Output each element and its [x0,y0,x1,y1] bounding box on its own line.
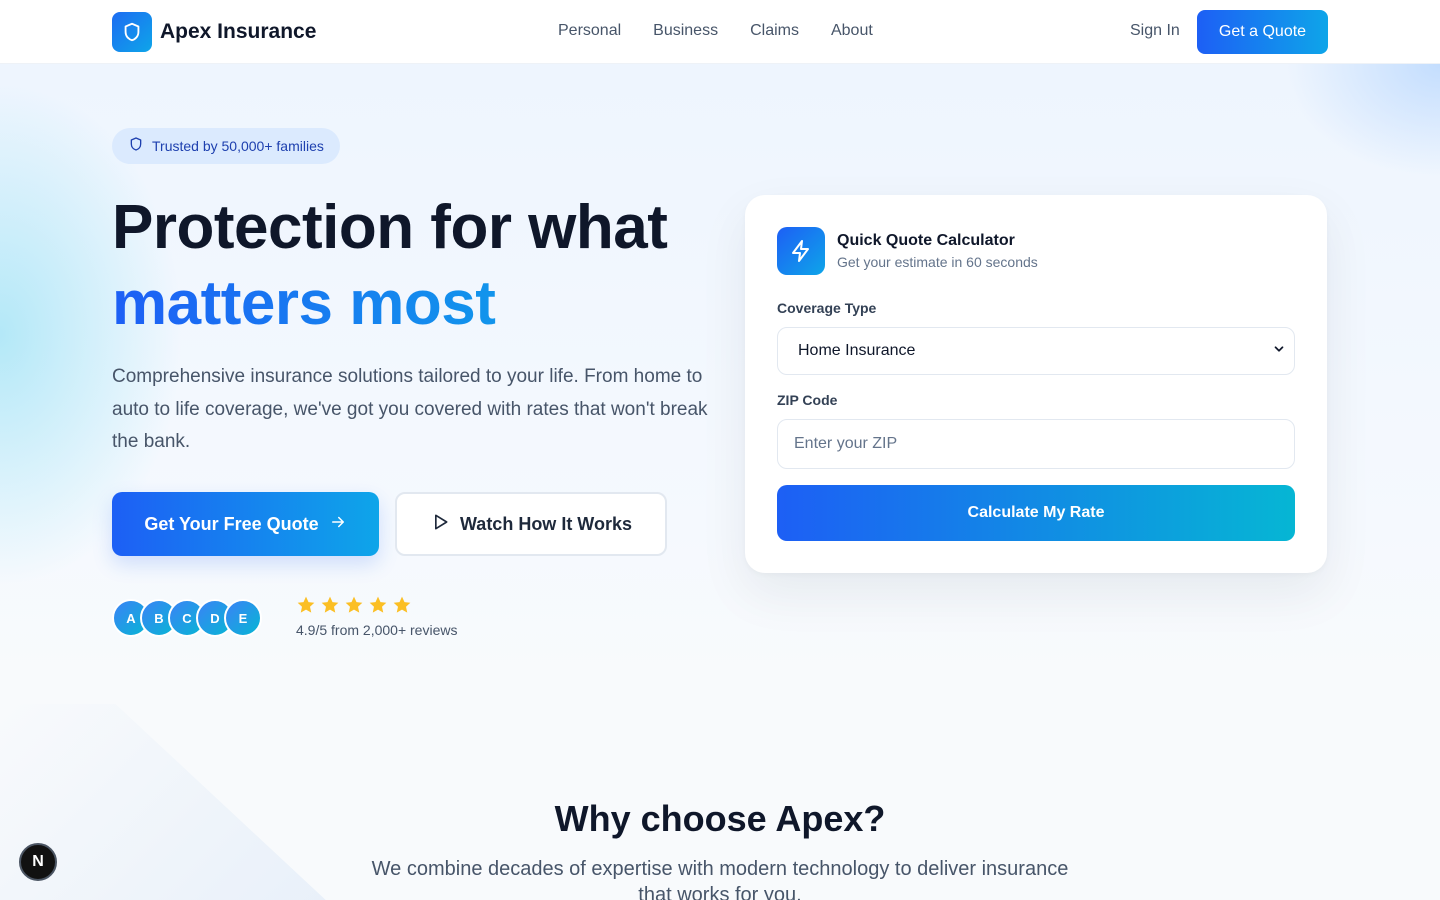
nav-link-business[interactable]: Business [653,22,718,40]
why-choose-title: Why choose Apex? [554,798,886,839]
brand-name: Apex Insurance [160,20,317,43]
star-icon [320,595,340,620]
quote-card-subtitle: Get your estimate in 60 seconds [837,254,1038,270]
avatar: E [224,599,262,637]
zip-code-input[interactable] [777,419,1295,469]
play-icon [430,512,450,537]
quick-quote-card: Quick Quote Calculator Get your estimate… [745,195,1327,573]
star-icon [296,595,316,620]
lightning-icon [777,227,825,275]
hero-title-highlight: matters most [112,266,667,342]
coverage-type-value: Home Insurance [798,342,916,359]
nav-link-personal[interactable]: Personal [558,22,621,40]
hero-description: Comprehensive insurance solutions tailor… [112,366,708,452]
coverage-type-select[interactable]: Home Insurance [777,327,1295,375]
why-choose-subtitle: We combine decades of expertise with mod… [371,858,1069,900]
star-icon [392,595,412,620]
customer-avatars: A B C D E [112,599,262,637]
zip-code-label: ZIP Code [777,392,838,408]
dev-tools-button[interactable]: N [19,843,57,881]
main-nav: Personal Business Claims About [558,22,873,40]
hero-title-line1: Protection for what [112,193,668,262]
sign-in-link[interactable]: Sign In [1130,22,1180,40]
hero-section: Trusted by 50,000+ families Protection f… [0,64,1440,900]
get-free-quote-button[interactable]: Get Your Free Quote [112,492,379,556]
nav-link-about[interactable]: About [831,22,873,40]
reviews-text: 4.9/5 from 2,000+ reviews [296,622,458,638]
nav-link-claims[interactable]: Claims [750,22,799,40]
watch-how-it-works-button[interactable]: Watch How It Works [395,492,667,556]
get-free-quote-label: Get Your Free Quote [144,513,319,534]
star-icon [368,595,388,620]
calculate-rate-button[interactable]: Calculate My Rate [777,485,1295,541]
brand-logo[interactable]: Apex Insurance [112,12,316,52]
coverage-type-label: Coverage Type [777,300,877,316]
hero-title: Protection for what matters most [112,190,668,342]
star-icon [344,595,364,620]
quote-card-title: Quick Quote Calculator [837,232,1015,249]
rating-stars [296,595,412,620]
chevron-down-icon [1272,342,1286,361]
shield-logo-icon [112,12,152,52]
trust-badge-text: Trusted by 50,000+ families [152,138,324,154]
top-navbar: Apex Insurance Personal Business Claims … [0,0,1440,64]
trust-badge: Trusted by 50,000+ families [112,128,340,164]
shield-icon [128,136,144,157]
arrow-right-icon [329,513,347,536]
watch-how-it-works-label: Watch How It Works [459,513,632,534]
get-a-quote-button[interactable]: Get a Quote [1197,10,1328,54]
